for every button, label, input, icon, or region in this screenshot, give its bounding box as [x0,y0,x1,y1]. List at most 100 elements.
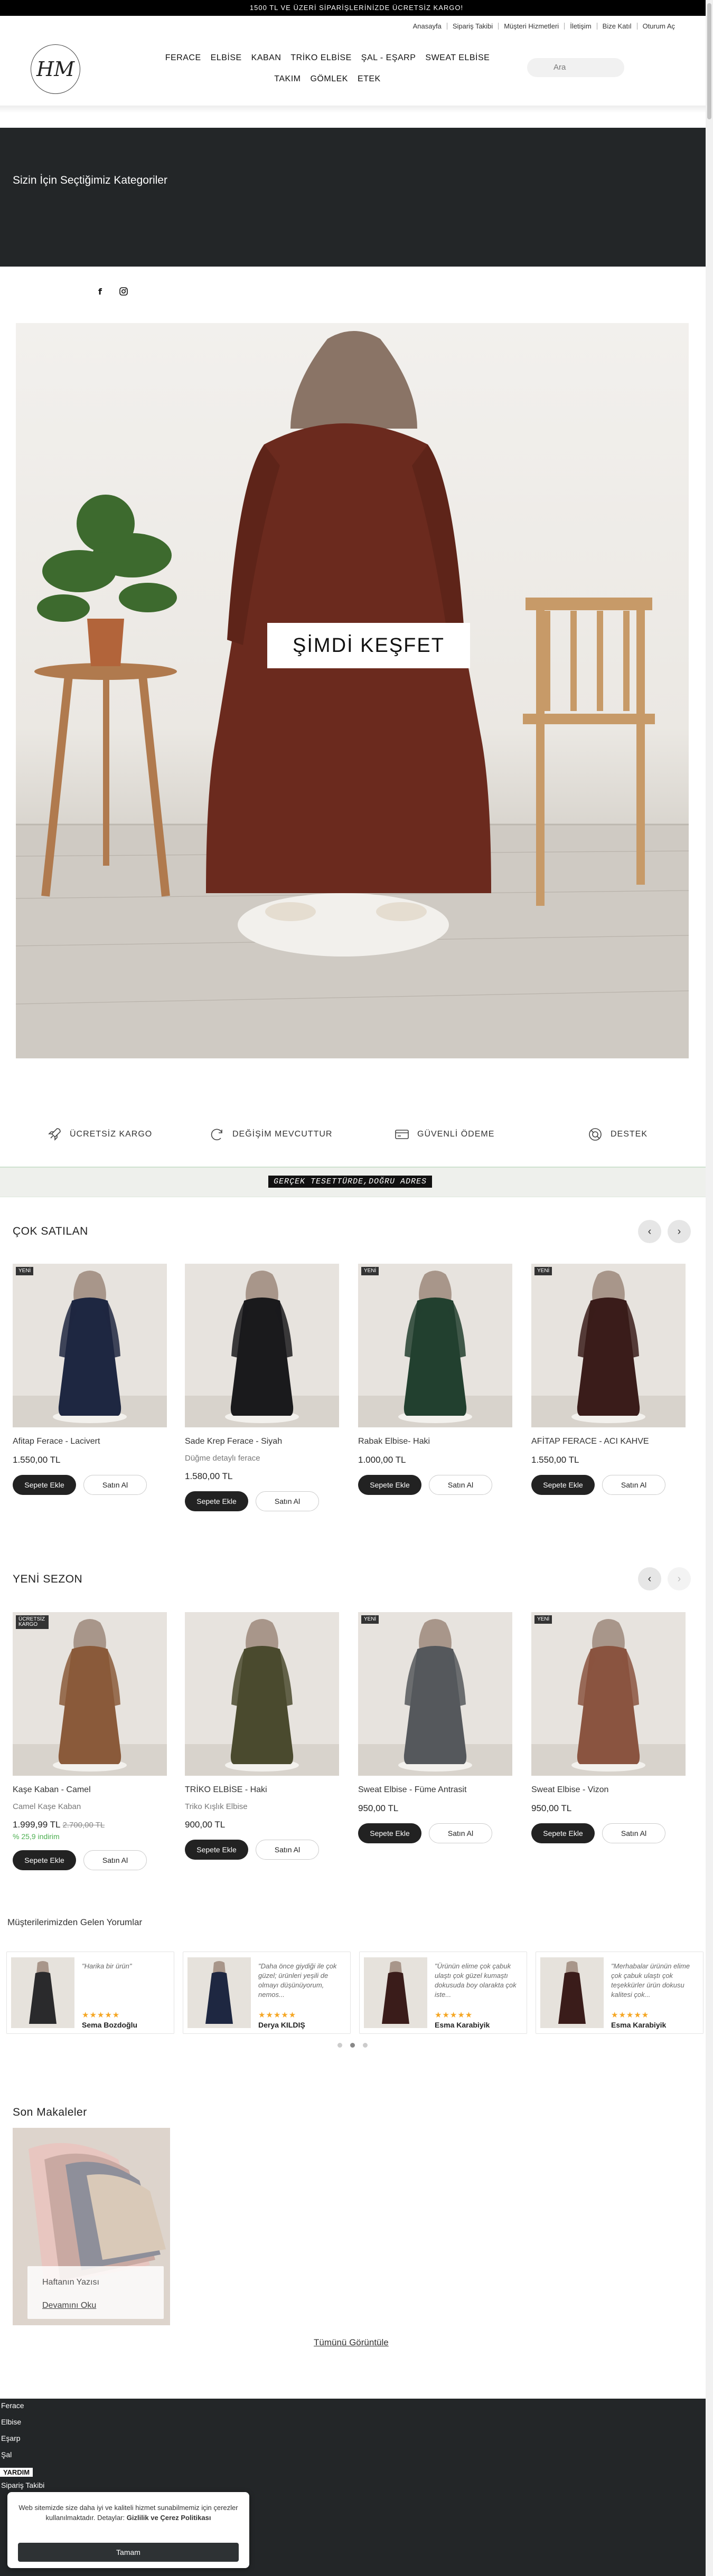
scrollbar[interactable] [706,0,713,2576]
buy-now-button[interactable]: Satın Al [602,1823,665,1843]
add-to-cart-button[interactable]: Sepete Ekle [531,1475,595,1495]
bestsellers-prev-arrow[interactable]: ‹ [638,1220,661,1243]
review-card[interactable]: "Ürünün elime çok çabuk ulaştı çok güzel… [359,1952,527,2034]
newseason-title: YENİ SEZON [13,1573,83,1585]
product-name[interactable]: Kaşe Kaban - Camel [13,1785,167,1795]
buy-now-button[interactable]: Satın Al [256,1840,319,1860]
product-card[interactable]: TRİKO ELBİSE - Haki Triko Kışlık Elbise 90… [185,1612,339,1860]
review-card[interactable]: "Harika bir ürün" ★★★★★ Sema Bozdoğlu [6,1952,174,2034]
search-input[interactable]: Ara [527,58,624,77]
product-image [13,1264,167,1427]
product-image-wrap[interactable] [185,1264,339,1427]
review-quote: "Merhabalar ürünün elime çok çabuk ulaşt… [611,1962,690,1999]
article-read-more-link[interactable]: Devamını Oku [42,2301,96,2310]
nav-item-ferace[interactable]: FERACE [161,48,206,69]
chevron-right-icon: › [677,1573,681,1585]
product-image-wrap[interactable]: YENİ [531,1612,686,1776]
product-name[interactable]: Rabak Elbise- Haki [358,1437,512,1446]
review-card[interactable]: "Daha önce giydiği ile çok güzel; ürünle… [183,1952,351,2034]
top-link-login[interactable]: Oturum Aç [636,23,680,30]
buy-now-button[interactable]: Satın Al [429,1475,492,1495]
nav-item-kaban[interactable]: KABAN [247,48,286,69]
product-card[interactable]: YENİ Sweat Elbise - Vizon 950,00 TL Sepete … [531,1612,686,1843]
buy-now-button[interactable]: Satın Al [429,1823,492,1843]
logo[interactable]: HM [31,44,80,94]
cookie-text: Web sitemizde size daha iyi ve kaliteli … [18,2503,239,2523]
top-link-customer-service[interactable]: Müşteri Hizmetleri [498,23,564,30]
nav-item-sal-esarp[interactable]: ŞAL - EŞARP [356,48,421,69]
product-image-wrap[interactable]: ÜCRETSİZ KARGO [13,1612,167,1776]
main-nav: FERACE ELBİSE KABAN TRİKO ELBİSE ŞAL - E… [143,48,512,90]
footer-link-elbise[interactable]: Elbise [1,2418,21,2426]
product-name[interactable]: AFİTAP FERACE - ACI KAHVE [531,1437,686,1446]
product-name[interactable]: Sweat Elbise - Vizon [531,1785,686,1795]
add-to-cart-button[interactable]: Sepete Ekle [13,1475,76,1495]
nav-item-triko-elbise[interactable]: TRİKO ELBİSE [286,48,356,69]
product-card[interactable]: ÜCRETSİZ KARGO Kaşe Kaban - Camel Camel Ka… [13,1612,167,1870]
scrollbar-thumb[interactable] [707,3,711,119]
nav-item-takim[interactable]: TAKIM [269,69,305,90]
carousel-dot-active[interactable] [350,2043,355,2048]
add-to-cart-button[interactable]: Sepete Ekle [185,1491,248,1511]
view-all-link[interactable]: Tümünü Görüntüle [314,2337,389,2348]
product-card[interactable]: YENİ Afitap Ferace - Lacivert 1.550,00 TL S… [13,1264,167,1495]
newseason-next-arrow[interactable]: › [668,1567,691,1590]
top-link-order-tracking[interactable]: Sipariş Takibi [446,23,498,30]
bestsellers-next-arrow[interactable]: › [668,1220,691,1243]
hero-banner[interactable]: ŞİMDİ KEŞFET [16,323,689,1058]
cookie-policy-link[interactable]: Gizlilik ve Çerez Politikası [127,2514,211,2522]
carousel-dot[interactable] [337,2043,342,2048]
product-name[interactable]: Sweat Elbise - Füme Antrasit [358,1785,512,1795]
footer-link-esarp[interactable]: Eşarp [1,2434,21,2442]
product-name[interactable]: TRİKO ELBİSE - Haki [185,1785,339,1795]
product-name[interactable]: Afitap Ferace - Lacivert [13,1437,167,1446]
cookie-accept-button[interactable]: Tamam [18,2543,239,2562]
nav-item-gomlek[interactable]: GÖMLEK [305,69,352,90]
product-image-wrap[interactable] [185,1612,339,1776]
add-to-cart-button[interactable]: Sepete Ekle [358,1475,421,1495]
newseason-prev-arrow[interactable]: ‹ [638,1567,661,1590]
review-card[interactable]: "Merhabalar ürünün elime çok çabuk ulaşt… [536,1952,703,2034]
facebook-icon[interactable]: f [98,287,102,297]
review-quote: "Daha önce giydiği ile çok güzel; ürünle… [258,1962,337,1999]
announcement-bar: 1500 TL VE ÜZERİ SİPARİŞLERİNİZDE ÜCRETS… [0,0,713,16]
footer-link-ferace[interactable]: Ferace [1,2401,24,2410]
nav-item-elbise[interactable]: ELBİSE [206,48,247,69]
chevron-left-icon: ‹ [648,1225,652,1237]
top-link-home[interactable]: Anasayfa [408,23,447,30]
add-to-cart-button[interactable]: Sepete Ekle [358,1823,421,1843]
buy-now-button[interactable]: Satın Al [602,1475,665,1495]
articles-title: Son Makaleler [13,2106,87,2118]
product-image [13,1612,167,1776]
footer-link-order-tracking[interactable]: Sipariş Takibi [1,2481,44,2489]
product-card[interactable]: Sade Krep Ferace - Siyah Düğme detaylı fe… [185,1264,339,1511]
product-card[interactable]: YENİ AFİTAP FERACE - ACI KAHVE 1.550,00 TL… [531,1264,686,1495]
product-image-wrap[interactable]: YENİ [358,1264,512,1427]
feature-support: DESTEK [587,1126,648,1142]
help-badge[interactable]: YARDIM [0,2468,33,2477]
buy-now-button[interactable]: Satın Al [256,1491,319,1511]
add-to-cart-button[interactable]: Sepete Ekle [13,1850,76,1870]
product-name[interactable]: Sade Krep Ferace - Siyah [185,1437,339,1446]
buy-now-button[interactable]: Satın Al [83,1475,147,1495]
product-image-wrap[interactable]: YENİ [531,1264,686,1427]
add-to-cart-button[interactable]: Sepete Ekle [531,1823,595,1843]
article-card[interactable]: Haftanın Yazısı Devamını Oku [13,2128,170,2325]
footer-link-sal[interactable]: Şal [1,2450,12,2459]
carousel-dot[interactable] [363,2043,368,2048]
top-link-join[interactable]: Bize Katıl [596,23,637,30]
product-card[interactable]: YENİ Sweat Elbise - Füme Antrasit 950,00 T… [358,1612,512,1843]
hero-discover-button[interactable]: ŞİMDİ KEŞFET [267,623,470,668]
product-card[interactable]: YENİ Rabak Elbise- Haki 1.000,00 TL Sepete … [358,1264,512,1495]
top-link-contact[interactable]: İletişim [564,23,596,30]
nav-item-sweat-elbise[interactable]: SWEAT ELBİSE [420,48,494,69]
buy-now-button[interactable]: Satın Al [83,1850,147,1870]
product-image-wrap[interactable]: YENİ [358,1612,512,1776]
add-to-cart-button[interactable]: Sepete Ekle [185,1840,248,1860]
nav-item-etek[interactable]: ETEK [353,69,386,90]
review-image [540,1957,604,2028]
slogan: GERÇEK TESETTÜRDE,DOĞRU ADRES [268,1176,433,1188]
star-rating-icon: ★★★★★ [82,2011,120,2020]
instagram-icon[interactable] [119,287,128,296]
product-image-wrap[interactable]: YENİ [13,1264,167,1427]
